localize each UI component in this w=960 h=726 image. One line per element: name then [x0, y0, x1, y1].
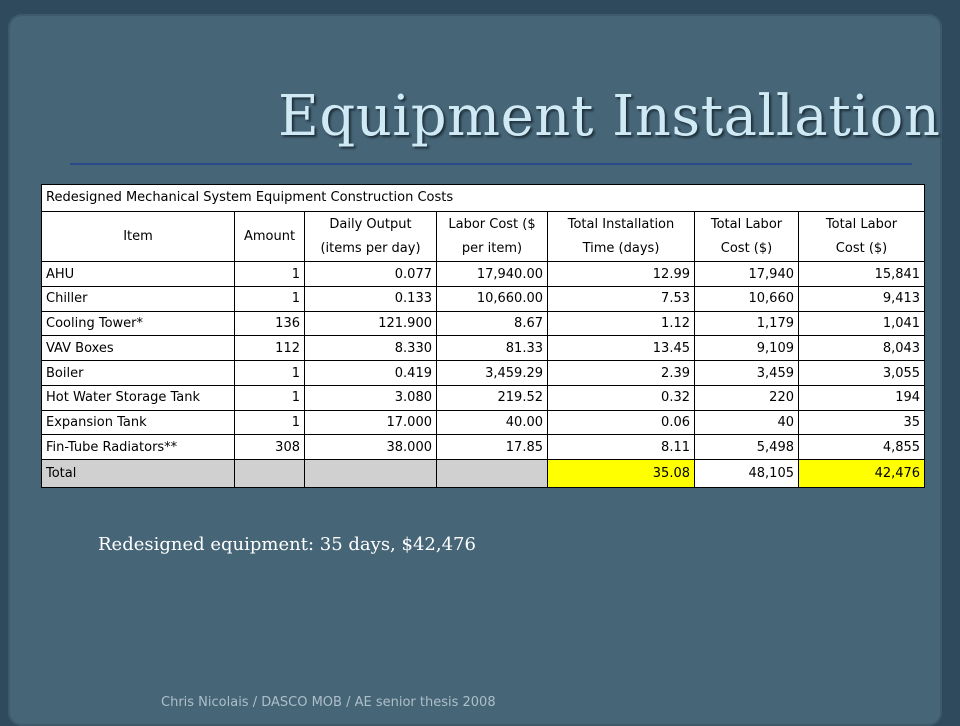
row-value-cell: 1: [234, 360, 305, 386]
footer-text: Chris Nicolais / DASCO MOB / AE senior t…: [161, 695, 496, 710]
row-item-name: Hot Water Storage Tank: [41, 384, 235, 411]
table-caption-row: Redesigned Mechanical System Equipment C…: [40, 184, 926, 212]
header-amount: Amount: [234, 210, 305, 263]
row-value-cell: 10,660: [694, 286, 799, 312]
row-value-cell: 15,841: [797, 261, 926, 288]
row-value-cell: 3.080: [304, 384, 437, 411]
row-value-cell: 3,055: [797, 360, 926, 386]
row-value-cell: 1,041: [797, 310, 926, 337]
header-labor-cost: Labor Cost ($ per item): [436, 210, 548, 263]
header-total-labor-cost-2: Total Labor Cost ($): [797, 210, 926, 263]
header-daily-output: Daily Output (items per day): [304, 210, 437, 263]
slide-title: Equipment Installation: [278, 84, 941, 149]
total-cell: [436, 459, 548, 488]
row-value-cell: 112: [234, 335, 305, 362]
row-value-cell: 0.419: [304, 360, 437, 386]
row-value-cell: 17.000: [304, 409, 437, 436]
header-item: Item: [41, 210, 235, 263]
slide-background: Equipment Installation Redesigned Mechan…: [8, 14, 942, 726]
row-value-cell: 1,179: [694, 310, 799, 337]
cost-table-container: Redesigned Mechanical System Equipment C…: [40, 184, 926, 488]
row-value-cell: 3,459: [694, 360, 799, 386]
table-row: Cooling Tower* 136 121.900 8.67 1.12 1,179 1,0…: [41, 310, 926, 337]
row-value-cell: 13.45: [547, 335, 695, 362]
row-item-name: AHU: [41, 261, 235, 288]
row-value-cell: 0.32: [547, 384, 695, 411]
row-value-cell: 7.53: [547, 286, 695, 312]
row-value-cell: 2.39: [547, 360, 695, 386]
total-labor-cost-1: 48,105: [694, 459, 799, 488]
row-value-cell: 4,855: [797, 434, 926, 461]
title-divider: [70, 163, 912, 165]
row-item-name: Cooling Tower*: [41, 310, 235, 337]
table-row: Boiler 1 0.419 3,459.29 2.39 3,459 3,055: [41, 360, 926, 386]
table-header-row: Item Amount Daily Output (items per day) …: [41, 210, 926, 263]
table-body: AHU 1 0.077 17,940.00 12.99 17,940 15,841 Chill…: [41, 261, 926, 461]
table-row: AHU 1 0.077 17,940.00 12.99 17,940 15,841: [41, 261, 926, 288]
row-value-cell: 220: [694, 384, 799, 411]
row-item-name: Chiller: [41, 286, 235, 312]
row-value-cell: 121.900: [304, 310, 437, 337]
table-row: Expansion Tank 1 17.000 40.00 0.06 40 35: [41, 409, 926, 436]
row-item-name: VAV Boxes: [41, 335, 235, 362]
row-value-cell: 3,459.29: [436, 360, 548, 386]
total-installation-time: 35.08: [547, 459, 695, 488]
row-value-cell: 17,940.00: [436, 261, 548, 288]
row-item-name: Fin-Tube Radiators**: [41, 434, 235, 461]
row-value-cell: 81.33: [436, 335, 548, 362]
row-value-cell: 8,043: [797, 335, 926, 362]
table-caption: Redesigned Mechanical System Equipment C…: [40, 184, 926, 212]
row-item-name: Boiler: [41, 360, 235, 386]
row-value-cell: 0.133: [304, 286, 437, 312]
total-labor-cost-2: 42,476: [797, 459, 926, 488]
row-value-cell: 9,413: [797, 286, 926, 312]
row-value-cell: 1: [234, 409, 305, 436]
row-value-cell: 40.00: [436, 409, 548, 436]
table-row: Chiller 1 0.133 10,660.00 7.53 10,660 9,413: [41, 286, 926, 312]
row-value-cell: 17,940: [694, 261, 799, 288]
table-row: Hot Water Storage Tank 1 3.080 219.52 0.32 22…: [41, 384, 926, 411]
row-value-cell: 194: [797, 384, 926, 411]
total-cell: [304, 459, 437, 488]
row-value-cell: 136: [234, 310, 305, 337]
table-row: Fin-Tube Radiators** 308 38.000 17.85 8.11 5,…: [41, 434, 926, 461]
row-value-cell: 1.12: [547, 310, 695, 337]
cost-table: Redesigned Mechanical System Equipment C…: [40, 184, 926, 488]
row-value-cell: 1: [234, 384, 305, 411]
row-value-cell: 308: [234, 434, 305, 461]
row-value-cell: 38.000: [304, 434, 437, 461]
total-cell: [234, 459, 305, 488]
total-label: Total: [41, 459, 235, 488]
row-value-cell: 219.52: [436, 384, 548, 411]
row-value-cell: 17.85: [436, 434, 548, 461]
row-value-cell: 12.99: [547, 261, 695, 288]
table-total-row: Total 35.08 48,105 42,476: [41, 459, 926, 488]
summary-text: Redesigned equipment: 35 days, $42,476: [98, 534, 476, 555]
header-total-labor-cost-1: Total Labor Cost ($): [694, 210, 799, 263]
row-value-cell: 40: [694, 409, 799, 436]
row-value-cell: 0.06: [547, 409, 695, 436]
row-value-cell: 9,109: [694, 335, 799, 362]
row-value-cell: 1: [234, 261, 305, 288]
row-value-cell: 8.67: [436, 310, 548, 337]
table-row: VAV Boxes 112 8.330 81.33 13.45 9,109 8,043: [41, 335, 926, 362]
row-value-cell: 0.077: [304, 261, 437, 288]
header-installation-time: Total Installation Time (days): [547, 210, 695, 263]
row-value-cell: 1: [234, 286, 305, 312]
row-value-cell: 8.330: [304, 335, 437, 362]
row-item-name: Expansion Tank: [41, 409, 235, 436]
row-value-cell: 5,498: [694, 434, 799, 461]
row-value-cell: 8.11: [547, 434, 695, 461]
row-value-cell: 10,660.00: [436, 286, 548, 312]
row-value-cell: 35: [797, 409, 926, 436]
